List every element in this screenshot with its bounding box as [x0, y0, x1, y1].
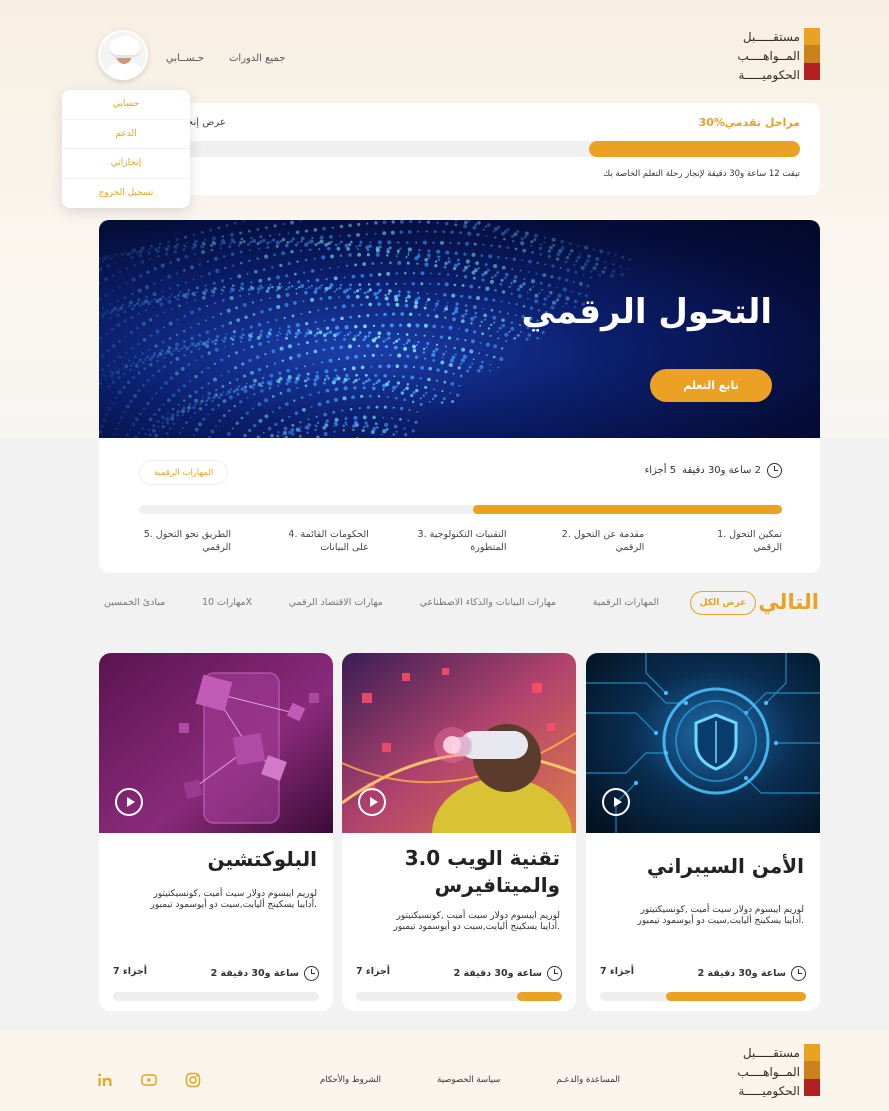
menu-item-achievements[interactable]: إنجازاتي	[62, 149, 190, 179]
hero-title: التحول الرقمي	[522, 292, 772, 332]
course-step[interactable]: 4. الحكومات القائمة على البيانات	[277, 528, 369, 554]
category-tabs: المهارات الرقمية مهارات البيانات والذكاء…	[104, 597, 659, 608]
course-title: الأمن السيبراني	[604, 853, 804, 880]
course-description: لوريم ايبسوم دولار سيت أميت ,كونسيكتيتور…	[380, 911, 560, 933]
course-description: لوريم ايبسوم دولار سيت أميت ,كونسيكتيتور…	[624, 905, 804, 927]
course-card[interactable]: البلوكتشين لوريم ايبسوم دولار سيت أميت ,…	[99, 653, 333, 1011]
next-section-title: التالي	[758, 590, 819, 614]
footer-links: المساعدة والدعـم سياسة الخصوصية الشروط و…	[320, 1075, 620, 1085]
course-image	[99, 653, 333, 833]
clock-icon	[547, 966, 562, 981]
logo-mark	[804, 1044, 820, 1096]
course-steps: 1. تمكين التحول الرقمي 2. مقدمة عن التحو…	[139, 528, 782, 554]
progress-card: مراحل تقدمي 30% عرض إنجا تبقت 12 ساعة و3…	[98, 103, 820, 195]
menu-item-logout[interactable]: تسجيل الخروج	[62, 179, 190, 209]
nav-all-courses[interactable]: جميع الدورات	[229, 53, 285, 64]
logo-mark	[804, 28, 820, 80]
site-logo[interactable]: مستقـــــبل المــواهــــب الحكوميـــــة	[737, 28, 820, 85]
view-all-button[interactable]: عرض الكل	[690, 591, 756, 615]
course-progress-bar	[600, 992, 806, 1001]
footer-logo[interactable]: مستقـــــبل المــواهــــب الحكوميـــــة	[737, 1044, 820, 1101]
course-tag[interactable]: المهارات الرقمية	[139, 460, 228, 485]
course-meta: 2 ساعة و30 دقيقة 7 أجزاء	[356, 966, 562, 981]
remaining-time-text: تبقت 12 ساعة و30 دقيقة لإنجاز رحلة التعل…	[603, 169, 800, 179]
course-duration: 2 ساعة و30 دقيقة	[454, 968, 542, 979]
course-progress-fill	[666, 992, 806, 1001]
view-achievements-link[interactable]: عرض إنجا	[184, 117, 226, 128]
clock-icon	[767, 463, 782, 478]
course-progress-fill	[517, 992, 562, 1001]
continue-learning-button[interactable]: تابع التعلم	[650, 369, 772, 402]
progress-title: مراحل تقدمي	[725, 116, 800, 129]
course-progress-bar	[139, 505, 782, 514]
play-icon[interactable]	[115, 788, 143, 816]
account-dropdown: حسابي الدعم إنجازاتي تسجيل الخروج	[62, 90, 190, 208]
footer-link-support[interactable]: المساعدة والدعـم	[557, 1075, 620, 1085]
linkedin-icon[interactable]	[97, 1072, 113, 1088]
clock-icon	[304, 966, 319, 981]
menu-item-my-account[interactable]: حسابي	[62, 90, 190, 120]
course-duration: 2 ساعة و30 دقيقة	[211, 968, 299, 979]
category-tab[interactable]: مهارات 10X	[202, 597, 252, 608]
logo-text: مستقـــــبل المــواهــــب الحكوميـــــة	[737, 1044, 800, 1101]
course-progress-fill	[473, 505, 782, 514]
course-parts: 7 أجزاء	[600, 966, 634, 981]
course-image	[586, 653, 820, 833]
footer-link-terms[interactable]: الشروط والأحكام	[320, 1075, 381, 1085]
course-step[interactable]: 5. الطريق نحو التحول الرقمي	[139, 528, 231, 554]
course-parts: 7 أجزاء	[356, 966, 390, 981]
course-meta: 2 ساعة و30 دقيقة 7 أجزاء	[600, 966, 806, 981]
course-step[interactable]: 2. مقدمة عن التحول الرقمي	[552, 528, 644, 554]
course-duration: 2 ساعة و30 دقيقة	[682, 465, 761, 476]
course-image	[342, 653, 576, 833]
nav-my-account[interactable]: حـســابي	[166, 53, 204, 64]
youtube-icon[interactable]	[141, 1072, 157, 1088]
category-tab[interactable]: مبادئ الخمسين	[104, 597, 165, 608]
course-card[interactable]: الأمن السيبراني لوريم ايبسوم دولار سيت أ…	[586, 653, 820, 1011]
category-tab[interactable]: المهارات الرقمية	[593, 597, 659, 608]
course-meta: 2 ساعة و30 دقيقة 5 أجزاء	[645, 463, 782, 478]
course-card[interactable]: تقنية الويب 3.0 والميتافيرس لوريم ايبسوم…	[342, 653, 576, 1011]
footer-link-privacy[interactable]: سياسة الخصوصية	[437, 1075, 500, 1085]
logo-text: مستقـــــبل المــواهــــب الحكوميـــــة	[737, 28, 800, 85]
hero-banner: التحول الرقمي تابع التعلم	[99, 220, 820, 438]
play-icon[interactable]	[358, 788, 386, 816]
course-title: تقنية الويب 3.0 والميتافيرس	[360, 845, 560, 899]
course-duration: 2 ساعة و30 دقيقة	[698, 968, 786, 979]
course-step[interactable]: 1. تمكين التحول الرقمي	[690, 528, 782, 554]
category-tab[interactable]: مهارات الاقتصاد الرقمي	[289, 597, 383, 608]
course-title: البلوكتشين	[117, 846, 317, 873]
course-description: لوريم ايبسوم دولار سيت أميت ,كونسيكتيتور…	[137, 889, 317, 911]
category-tab[interactable]: مهارات البيانات والذكاء الاصطناعي	[420, 597, 557, 608]
avatar[interactable]	[98, 30, 148, 80]
menu-item-support[interactable]: الدعم	[62, 120, 190, 150]
course-progress-bar	[356, 992, 562, 1001]
overall-progress-fill	[589, 141, 800, 157]
play-icon[interactable]	[602, 788, 630, 816]
course-progress-bar	[113, 992, 319, 1001]
course-meta: 2 ساعة و30 دقيقة 7 أجزاء	[113, 966, 319, 981]
overall-progress-bar	[98, 141, 800, 157]
course-step[interactable]: 3. التقنيات التكنولوجية المتطورة	[415, 528, 507, 554]
instagram-icon[interactable]	[185, 1072, 201, 1088]
course-parts: 7 أجزاء	[113, 966, 147, 981]
clock-icon	[791, 966, 806, 981]
course-info-card: 2 ساعة و30 دقيقة 5 أجزاء المهارات الرقمي…	[99, 438, 820, 573]
course-parts: 5 أجزاء	[645, 465, 677, 476]
progress-percent: 30%	[699, 116, 725, 129]
footer: مستقـــــبل المــواهــــب الحكوميـــــة …	[0, 1030, 889, 1111]
